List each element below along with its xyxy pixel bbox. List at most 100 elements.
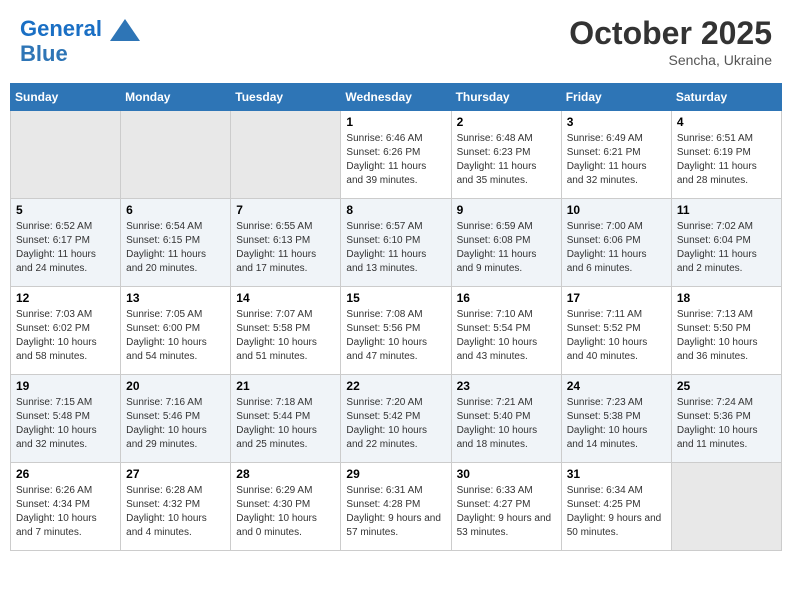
day-number: 18 xyxy=(677,291,776,305)
title-block: October 2025 Sencha, Ukraine xyxy=(569,15,772,68)
day-number: 13 xyxy=(126,291,225,305)
month-title: October 2025 xyxy=(569,15,772,52)
calendar-table: SundayMondayTuesdayWednesdayThursdayFrid… xyxy=(10,83,782,551)
calendar-cell: 7 Sunrise: 6:55 AM Sunset: 6:13 PM Daylig… xyxy=(231,199,341,287)
day-info: Sunrise: 7:16 AM Sunset: 5:46 PM Dayligh… xyxy=(126,396,225,452)
day-number: 11 xyxy=(677,203,776,217)
calendar-cell xyxy=(231,111,341,199)
day-info: Sunrise: 7:10 AM Sunset: 5:54 PM Dayligh… xyxy=(457,308,556,364)
day-number: 28 xyxy=(236,467,335,481)
day-number: 2 xyxy=(457,115,556,129)
day-number: 30 xyxy=(457,467,556,481)
calendar-cell: 22Sunrise: 7:20 AM Sunset: 5:42 PM Dayli… xyxy=(341,375,451,463)
day-info: Sunrise: 6:46 AM Sunset: 6:26 PM Dayligh… xyxy=(346,132,445,188)
day-info: Sunrise: 6:31 AM Sunset: 4:28 PM Dayligh… xyxy=(346,484,445,540)
day-number: 23 xyxy=(457,379,556,393)
day-info: Sunrise: 7:18 AM Sunset: 5:44 PM Dayligh… xyxy=(236,396,335,452)
calendar-cell: 26Sunrise: 6:26 AM Sunset: 4:34 PM Dayli… xyxy=(11,463,121,551)
calendar-week-row: 19Sunrise: 7:15 AM Sunset: 5:48 PM Dayli… xyxy=(11,375,782,463)
day-number: 21 xyxy=(236,379,335,393)
calendar-cell: 29Sunrise: 6:31 AM Sunset: 4:28 PM Dayli… xyxy=(341,463,451,551)
day-number: 20 xyxy=(126,379,225,393)
weekday-header: Wednesday xyxy=(341,84,451,111)
calendar-cell: 12 Sunrise: 7:03 AM Sunset: 6:02 PM Dayli… xyxy=(11,287,121,375)
day-info: Sunrise: 6:57 AM Sunset: 6:10 PM Dayligh… xyxy=(346,220,445,276)
day-info: Sunrise: 7:13 AM Sunset: 5:50 PM Dayligh… xyxy=(677,308,776,364)
calendar-cell: 16 Sunrise: 7:10 AM Sunset: 5:54 PM Dayli… xyxy=(451,287,561,375)
logo: General Blue xyxy=(20,15,140,67)
day-info: Sunrise: 7:02 AM Sunset: 6:04 PM Dayligh… xyxy=(677,220,776,276)
day-number: 16 xyxy=(457,291,556,305)
day-info: Sunrise: 7:23 AM Sunset: 5:38 PM Dayligh… xyxy=(567,396,666,452)
day-info: Sunrise: 6:28 AM Sunset: 4:32 PM Dayligh… xyxy=(126,484,225,540)
calendar-cell: 25Sunrise: 7:24 AM Sunset: 5:36 PM Dayli… xyxy=(671,375,781,463)
weekday-header: Sunday xyxy=(11,84,121,111)
calendar-cell: 18 Sunrise: 7:13 AM Sunset: 5:50 PM Dayli… xyxy=(671,287,781,375)
calendar-cell: 13 Sunrise: 7:05 AM Sunset: 6:00 PM Dayli… xyxy=(121,287,231,375)
day-number: 26 xyxy=(16,467,115,481)
page-header: General Blue October 2025 Sencha, Ukrain… xyxy=(10,10,782,73)
calendar-cell: 28 Sunrise: 6:29 AM Sunset: 4:30 PM Dayli… xyxy=(231,463,341,551)
calendar-week-row: 26Sunrise: 6:26 AM Sunset: 4:34 PM Dayli… xyxy=(11,463,782,551)
calendar-cell: 8Sunrise: 6:57 AM Sunset: 6:10 PM Daylig… xyxy=(341,199,451,287)
weekday-header: Tuesday xyxy=(231,84,341,111)
day-number: 22 xyxy=(346,379,445,393)
day-number: 6 xyxy=(126,203,225,217)
calendar-cell: 31Sunrise: 6:34 AM Sunset: 4:25 PM Dayli… xyxy=(561,463,671,551)
calendar-cell: 21 Sunrise: 7:18 AM Sunset: 5:44 PM Dayli… xyxy=(231,375,341,463)
calendar-cell: 9 Sunrise: 6:59 AM Sunset: 6:08 PM Daylig… xyxy=(451,199,561,287)
calendar-cell: 10Sunrise: 7:00 AM Sunset: 6:06 PM Dayli… xyxy=(561,199,671,287)
day-info: Sunrise: 6:34 AM Sunset: 4:25 PM Dayligh… xyxy=(567,484,666,540)
day-info: Sunrise: 7:21 AM Sunset: 5:40 PM Dayligh… xyxy=(457,396,556,452)
calendar-cell: 20 Sunrise: 7:16 AM Sunset: 5:46 PM Dayli… xyxy=(121,375,231,463)
logo-general: General xyxy=(20,16,102,41)
calendar-cell: 5 Sunrise: 6:52 AM Sunset: 6:17 PM Daylig… xyxy=(11,199,121,287)
calendar-cell: 3Sunrise: 6:49 AM Sunset: 6:21 PM Daylig… xyxy=(561,111,671,199)
day-info: Sunrise: 6:55 AM Sunset: 6:13 PM Dayligh… xyxy=(236,220,335,276)
calendar-week-row: 12 Sunrise: 7:03 AM Sunset: 6:02 PM Dayli… xyxy=(11,287,782,375)
weekday-header: Monday xyxy=(121,84,231,111)
day-number: 5 xyxy=(16,203,115,217)
day-info: Sunrise: 6:51 AM Sunset: 6:19 PM Dayligh… xyxy=(677,132,776,188)
day-info: Sunrise: 7:07 AM Sunset: 5:58 PM Dayligh… xyxy=(236,308,335,364)
calendar-cell xyxy=(671,463,781,551)
weekday-header: Friday xyxy=(561,84,671,111)
calendar-cell xyxy=(121,111,231,199)
day-number: 15 xyxy=(346,291,445,305)
day-info: Sunrise: 6:59 AM Sunset: 6:08 PM Dayligh… xyxy=(457,220,556,276)
calendar-cell: 23 Sunrise: 7:21 AM Sunset: 5:40 PM Dayli… xyxy=(451,375,561,463)
day-info: Sunrise: 6:54 AM Sunset: 6:15 PM Dayligh… xyxy=(126,220,225,276)
calendar-cell: 2 Sunrise: 6:48 AM Sunset: 6:23 PM Daylig… xyxy=(451,111,561,199)
day-info: Sunrise: 7:15 AM Sunset: 5:48 PM Dayligh… xyxy=(16,396,115,452)
calendar-cell: 19Sunrise: 7:15 AM Sunset: 5:48 PM Dayli… xyxy=(11,375,121,463)
day-number: 9 xyxy=(457,203,556,217)
day-number: 7 xyxy=(236,203,335,217)
day-number: 27 xyxy=(126,467,225,481)
day-number: 10 xyxy=(567,203,666,217)
calendar-cell: 17 Sunrise: 7:11 AM Sunset: 5:52 PM Dayli… xyxy=(561,287,671,375)
day-info: Sunrise: 7:03 AM Sunset: 6:02 PM Dayligh… xyxy=(16,308,115,364)
day-info: Sunrise: 6:48 AM Sunset: 6:23 PM Dayligh… xyxy=(457,132,556,188)
day-number: 4 xyxy=(677,115,776,129)
day-info: Sunrise: 7:05 AM Sunset: 6:00 PM Dayligh… xyxy=(126,308,225,364)
day-info: Sunrise: 7:24 AM Sunset: 5:36 PM Dayligh… xyxy=(677,396,776,452)
calendar-cell: 1Sunrise: 6:46 AM Sunset: 6:26 PM Daylig… xyxy=(341,111,451,199)
calendar-cell: 15Sunrise: 7:08 AM Sunset: 5:56 PM Dayli… xyxy=(341,287,451,375)
calendar-cell: 30Sunrise: 6:33 AM Sunset: 4:27 PM Dayli… xyxy=(451,463,561,551)
day-info: Sunrise: 6:52 AM Sunset: 6:17 PM Dayligh… xyxy=(16,220,115,276)
day-info: Sunrise: 7:11 AM Sunset: 5:52 PM Dayligh… xyxy=(567,308,666,364)
calendar-cell: 6 Sunrise: 6:54 AM Sunset: 6:15 PM Daylig… xyxy=(121,199,231,287)
day-info: Sunrise: 6:49 AM Sunset: 6:21 PM Dayligh… xyxy=(567,132,666,188)
logo-icon xyxy=(110,15,140,45)
day-number: 14 xyxy=(236,291,335,305)
calendar-cell: 24 Sunrise: 7:23 AM Sunset: 5:38 PM Dayli… xyxy=(561,375,671,463)
day-info: Sunrise: 6:29 AM Sunset: 4:30 PM Dayligh… xyxy=(236,484,335,540)
location-subtitle: Sencha, Ukraine xyxy=(569,52,772,68)
calendar-cell: 11 Sunrise: 7:02 AM Sunset: 6:04 PM Dayli… xyxy=(671,199,781,287)
day-number: 12 xyxy=(16,291,115,305)
calendar-week-row: 1Sunrise: 6:46 AM Sunset: 6:26 PM Daylig… xyxy=(11,111,782,199)
calendar-cell xyxy=(11,111,121,199)
day-number: 17 xyxy=(567,291,666,305)
day-number: 24 xyxy=(567,379,666,393)
calendar-week-row: 5 Sunrise: 6:52 AM Sunset: 6:17 PM Daylig… xyxy=(11,199,782,287)
